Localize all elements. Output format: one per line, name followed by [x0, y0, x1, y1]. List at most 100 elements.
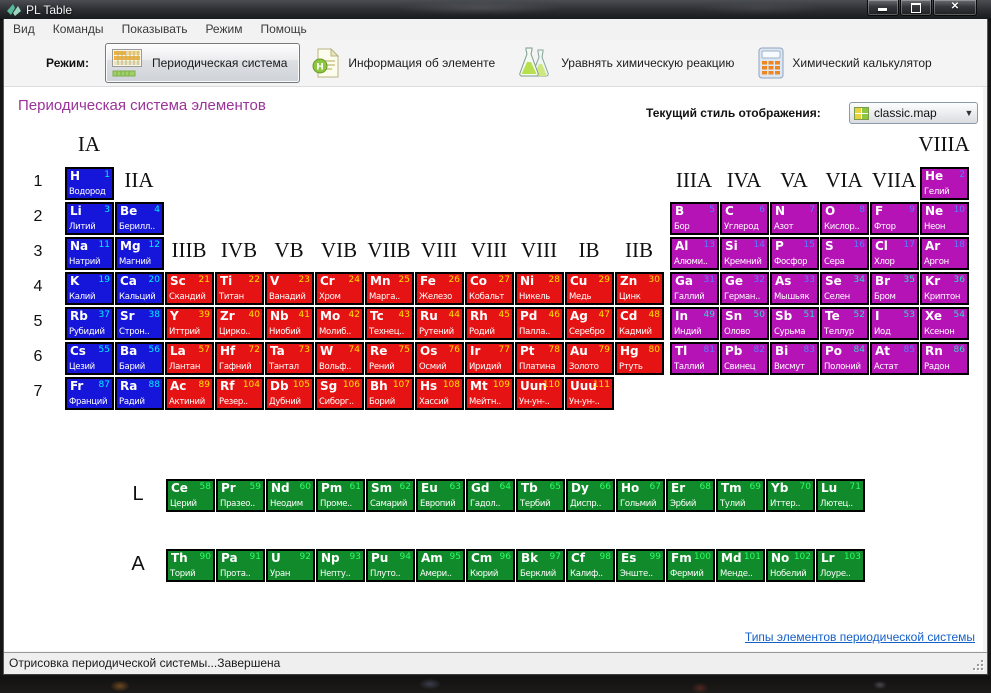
element-cell-cm[interactable]: Cm 96 Кюрий	[466, 549, 515, 582]
element-cell-eu[interactable]: Eu 63 Европий	[416, 479, 465, 512]
resize-grip[interactable]	[971, 658, 984, 671]
element-cell-k[interactable]: K 19 Калий	[65, 272, 114, 305]
element-cell-dy[interactable]: Dy 66 Диспр..	[566, 479, 615, 512]
element-cell-th[interactable]: Th 90 Торий	[166, 549, 215, 582]
element-cell-co[interactable]: Co 27 Кобальт	[465, 272, 514, 305]
menu-item-show[interactable]: Показывать	[113, 19, 197, 36]
element-cell-c[interactable]: C 6 Углерод	[720, 202, 769, 235]
toolbar-button-balance-reaction[interactable]: Уравнять химическую реакцию	[513, 43, 746, 83]
element-cell-li[interactable]: Li 3 Литий	[65, 202, 114, 235]
element-cell-he[interactable]: He 2 Гелий	[920, 167, 969, 200]
element-cell-mg[interactable]: Mg 12 Магний	[115, 237, 164, 270]
element-cell-pb[interactable]: Pb 82 Свинец	[720, 342, 769, 375]
element-cell-bk[interactable]: Bk 97 Берклий	[516, 549, 565, 582]
element-cell-ag[interactable]: Ag 47 Серебро	[565, 307, 614, 340]
menu-item-mode[interactable]: Режим	[196, 19, 251, 36]
element-cell-br[interactable]: Br 35 Бром	[870, 272, 919, 305]
element-cell-po[interactable]: Po 84 Полоний	[820, 342, 869, 375]
maximize-button[interactable]	[900, 0, 932, 16]
element-cell-pu[interactable]: Pu 94 Плуто..	[366, 549, 415, 582]
element-cell-ga[interactable]: Ga 31 Галлий	[670, 272, 719, 305]
element-cell-hg[interactable]: Hg 80 Ртуть	[615, 342, 664, 375]
element-cell-ce[interactable]: Ce 58 Церий	[166, 479, 215, 512]
element-cell-au[interactable]: Au 79 Золото	[565, 342, 614, 375]
element-cell-cf[interactable]: Cf 98 Калиф..	[566, 549, 615, 582]
element-cell-sn[interactable]: Sn 50 Олово	[720, 307, 769, 340]
element-cell-v[interactable]: V 23 Ванадий	[265, 272, 314, 305]
element-cell-gd[interactable]: Gd 64 Гадол..	[466, 479, 515, 512]
chevron-down-icon[interactable]: ▼	[961, 103, 977, 123]
element-cell-pm[interactable]: Pm 61 Проме..	[316, 479, 365, 512]
element-cell-as[interactable]: As 33 Мышьяк	[770, 272, 819, 305]
element-cell-xe[interactable]: Xe 54 Ксенон	[920, 307, 969, 340]
element-cell-nd[interactable]: Nd 60 Неодим	[266, 479, 315, 512]
element-cell-u[interactable]: U 92 Уран	[266, 549, 315, 582]
element-cell-es[interactable]: Es 99 Энште..	[616, 549, 665, 582]
element-cell-uuu[interactable]: Uuu 111 Ун-ун-..	[565, 377, 614, 410]
element-cell-y[interactable]: Y 39 Иттрий	[165, 307, 214, 340]
element-cell-db[interactable]: Db 105 Дубний	[265, 377, 314, 410]
element-cell-o[interactable]: O 8 Кислор..	[820, 202, 869, 235]
element-cell-rh[interactable]: Rh 45 Родий	[465, 307, 514, 340]
element-cell-ge[interactable]: Ge 32 Герман..	[720, 272, 769, 305]
element-cell-f[interactable]: F 9 Фтор	[870, 202, 919, 235]
close-button[interactable]: ✕	[933, 0, 977, 16]
element-cell-lr[interactable]: Lr 103 Лоуре..	[816, 549, 865, 582]
element-cell-pt[interactable]: Pt 78 Платина	[515, 342, 564, 375]
element-cell-zn[interactable]: Zn 30 Цинк	[615, 272, 664, 305]
element-cell-no[interactable]: No 102 Нобелий	[766, 549, 815, 582]
element-cell-nb[interactable]: Nb 41 Ниобий	[265, 307, 314, 340]
element-cell-fe[interactable]: Fe 26 Железо	[415, 272, 464, 305]
element-cell-la[interactable]: La 57 Лантан	[165, 342, 214, 375]
element-cell-os[interactable]: Os 76 Осмий	[415, 342, 464, 375]
element-cell-cu[interactable]: Cu 29 Медь	[565, 272, 614, 305]
element-cell-sm[interactable]: Sm 62 Самарий	[366, 479, 415, 512]
element-cell-fm[interactable]: Fm 100 Фермий	[666, 549, 715, 582]
menu-item-view[interactable]: Вид	[4, 19, 44, 36]
element-cell-pr[interactable]: Pr 59 Празео..	[216, 479, 265, 512]
element-cell-hs[interactable]: Hs 108 Хассий	[415, 377, 464, 410]
element-cell-s[interactable]: S 16 Сера	[820, 237, 869, 270]
title-bar[interactable]: PL Table ✕	[0, 0, 991, 20]
element-cell-sg[interactable]: Sg 106 Сиборг..	[315, 377, 364, 410]
element-cell-ac[interactable]: Ac 89 Актиний	[165, 377, 214, 410]
menu-item-commands[interactable]: Команды	[44, 19, 113, 36]
element-cell-md[interactable]: Md 101 Менде..	[716, 549, 765, 582]
element-cell-ru[interactable]: Ru 44 Рутений	[415, 307, 464, 340]
element-cell-er[interactable]: Er 68 Эрбий	[666, 479, 715, 512]
element-cell-mt[interactable]: Mt 109 Мейтн..	[465, 377, 514, 410]
element-cell-yb[interactable]: Yb 70 Иттер..	[766, 479, 815, 512]
menu-item-help[interactable]: Помощь	[251, 19, 315, 36]
element-cell-ti[interactable]: Ti 22 Титан	[215, 272, 264, 305]
element-cell-zr[interactable]: Zr 40 Цирко..	[215, 307, 264, 340]
element-cell-b[interactable]: B 5 Бор	[670, 202, 719, 235]
element-cell-se[interactable]: Se 34 Селен	[820, 272, 869, 305]
element-cell-in[interactable]: In 49 Индий	[670, 307, 719, 340]
element-cell-uun[interactable]: Uun 110 Ун-ун-..	[515, 377, 564, 410]
element-cell-rf[interactable]: Rf 104 Резер..	[215, 377, 264, 410]
element-cell-re[interactable]: Re 75 Рений	[365, 342, 414, 375]
element-cell-ba[interactable]: Ba 56 Барий	[115, 342, 164, 375]
element-cell-tm[interactable]: Tm 69 Тулий	[716, 479, 765, 512]
element-cell-tl[interactable]: Tl 81 Таллий	[670, 342, 719, 375]
element-cell-ca[interactable]: Ca 20 Кальций	[115, 272, 164, 305]
element-cell-i[interactable]: I 53 Иод	[870, 307, 919, 340]
element-cell-sc[interactable]: Sc 21 Скандий	[165, 272, 214, 305]
element-cell-cs[interactable]: Cs 55 Цезий	[65, 342, 114, 375]
element-cell-ra[interactable]: Ra 88 Радий	[115, 377, 164, 410]
element-cell-te[interactable]: Te 52 Теллур	[820, 307, 869, 340]
element-cell-si[interactable]: Si 14 Кремний	[720, 237, 769, 270]
element-cell-ar[interactable]: Ar 18 Аргон	[920, 237, 969, 270]
toolbar-button-element-info[interactable]: H Информация об элементе	[306, 43, 507, 83]
element-cell-bi[interactable]: Bi 83 Висмут	[770, 342, 819, 375]
element-cell-ho[interactable]: Ho 67 Гольмий	[616, 479, 665, 512]
element-cell-fr[interactable]: Fr 87 Франций	[65, 377, 114, 410]
element-cell-p[interactable]: P 15 Фосфор	[770, 237, 819, 270]
toolbar-button-periodic-system[interactable]: Периодическая система	[104, 43, 301, 83]
element-cell-np[interactable]: Np 93 Непту..	[316, 549, 365, 582]
element-cell-ta[interactable]: Ta 73 Тантал	[265, 342, 314, 375]
element-cell-mo[interactable]: Mo 42 Молиб..	[315, 307, 364, 340]
element-cell-sb[interactable]: Sb 51 Сурьма	[770, 307, 819, 340]
element-cell-ni[interactable]: Ni 28 Никель	[515, 272, 564, 305]
element-cell-ir[interactable]: Ir 77 Иридий	[465, 342, 514, 375]
